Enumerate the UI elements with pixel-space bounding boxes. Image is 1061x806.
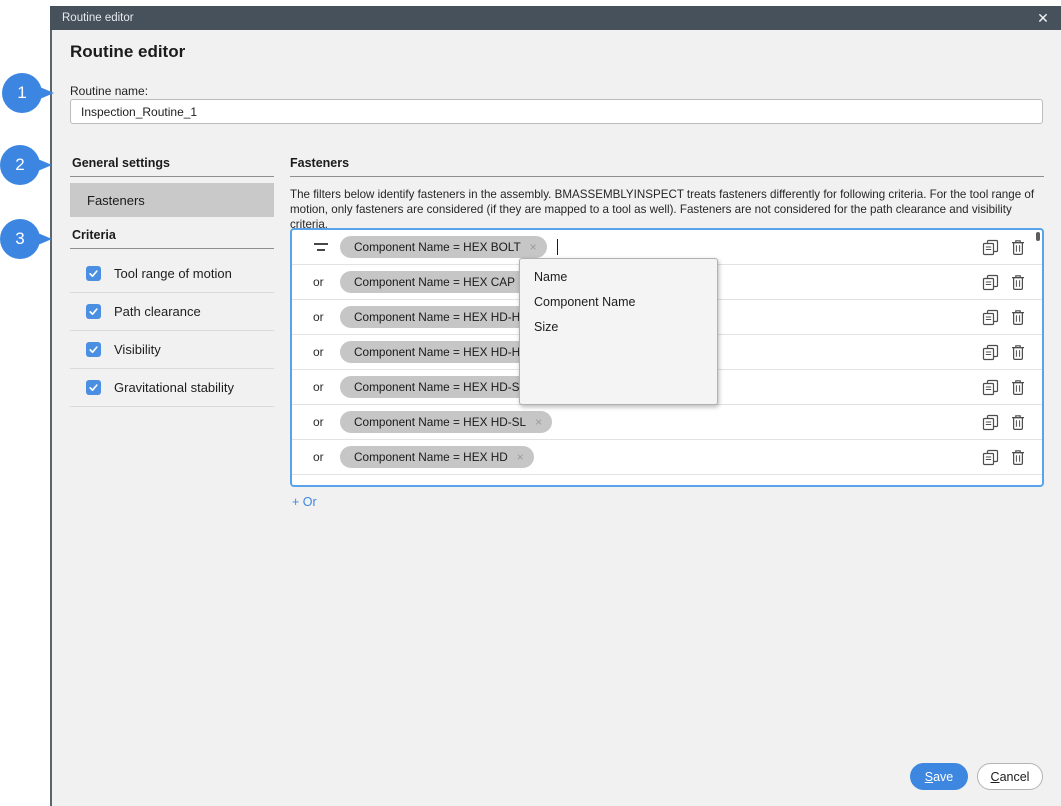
criteria-row-gravitational-stability[interactable]: Gravitational stability: [70, 369, 274, 407]
duplicate-row-icon[interactable]: [982, 309, 999, 326]
or-label: or: [313, 275, 324, 289]
duplicate-row-icon[interactable]: [982, 379, 999, 396]
duplicate-row-icon[interactable]: [982, 239, 999, 256]
general-settings-heading: General settings: [70, 156, 274, 177]
criteria-label: Path clearance: [114, 304, 201, 319]
dropdown-option-component-name[interactable]: Component Name: [520, 290, 717, 315]
chip-label: Component Name = HEX BOLT: [354, 240, 521, 254]
fasteners-heading: Fasteners: [290, 156, 1044, 177]
delete-row-icon[interactable]: [1010, 449, 1026, 466]
close-icon[interactable]: ✕: [1034, 9, 1052, 27]
filter-icon: [313, 243, 328, 250]
filter-chip[interactable]: Component Name = HEX HD-SL ×: [340, 411, 552, 433]
dialog-title: Routine editor: [62, 12, 134, 24]
criteria-label: Gravitational stability: [114, 380, 234, 395]
delete-row-icon[interactable]: [1010, 379, 1026, 396]
filter-row-partial: [292, 475, 1042, 487]
or-label: or: [313, 415, 324, 429]
filter-chip[interactable]: Component Name = HEX CAP ×: [340, 271, 541, 293]
save-button[interactable]: Save: [910, 763, 968, 790]
chip-remove-icon[interactable]: ×: [530, 240, 537, 254]
or-label: or: [313, 380, 324, 394]
field-dropdown: Name Component Name Size: [519, 258, 718, 405]
routine-editor-dialog: Routine editor ✕ Routine editor Routine …: [50, 6, 1061, 806]
delete-row-icon[interactable]: [1010, 274, 1026, 291]
chip-label: Component Name = HEX HD-HVY: [354, 345, 536, 359]
criteria-heading: Criteria: [70, 228, 274, 249]
chip-label: Component Name = HEX CAP: [354, 275, 515, 289]
filter-row: or Component Name = HEX HD ×: [292, 440, 1042, 475]
criteria-label: Visibility: [114, 342, 161, 357]
cancel-button[interactable]: Cancel: [977, 763, 1043, 790]
delete-row-icon[interactable]: [1010, 414, 1026, 431]
chip-label: Component Name = HEX HD-SL: [354, 415, 526, 429]
duplicate-row-icon[interactable]: [982, 414, 999, 431]
checkbox-checked-icon[interactable]: [86, 380, 101, 395]
criteria-row-tool-range[interactable]: Tool range of motion: [70, 255, 274, 293]
filter-chip[interactable]: Component Name = HEX BOLT ×: [340, 236, 547, 258]
dialog-titlebar: Routine editor ✕: [50, 6, 1061, 30]
checkbox-checked-icon[interactable]: [86, 342, 101, 357]
sidebar-item-fasteners[interactable]: Fasteners: [70, 183, 274, 217]
or-label: or: [313, 310, 324, 324]
delete-row-icon[interactable]: [1010, 344, 1026, 361]
routine-name-label: Routine name:: [70, 84, 148, 98]
filter-row: or Component Name = HEX HD-SL ×: [292, 405, 1042, 440]
checkbox-checked-icon[interactable]: [86, 304, 101, 319]
dropdown-option-size[interactable]: Size: [520, 315, 717, 340]
or-label: or: [313, 345, 324, 359]
dropdown-option-name[interactable]: Name: [520, 265, 717, 290]
checkbox-checked-icon[interactable]: [86, 266, 101, 281]
fasteners-description: The filters below identify fasteners in …: [290, 187, 1046, 232]
criteria-row-visibility[interactable]: Visibility: [70, 331, 274, 369]
add-or-link[interactable]: + Or: [292, 495, 317, 509]
routine-name-input[interactable]: [70, 99, 1043, 124]
duplicate-row-icon[interactable]: [982, 449, 999, 466]
scrollbar-thumb[interactable]: [1036, 232, 1040, 241]
delete-row-icon[interactable]: [1010, 239, 1026, 256]
chip-remove-icon[interactable]: ×: [535, 415, 542, 429]
text-caret: [557, 239, 558, 255]
callout-2: 2: [0, 145, 40, 185]
criteria-row-path-clearance[interactable]: Path clearance: [70, 293, 274, 331]
criteria-list: Tool range of motion Path clearance Visi…: [70, 255, 274, 407]
duplicate-row-icon[interactable]: [982, 274, 999, 291]
or-label: or: [313, 450, 324, 464]
chip-remove-icon[interactable]: ×: [517, 450, 524, 464]
page-title: Routine editor: [70, 42, 185, 62]
duplicate-row-icon[interactable]: [982, 344, 999, 361]
screenshot-stage: Routine editor ✕ Routine editor Routine …: [0, 0, 1061, 806]
chip-label: Component Name = HEX HD: [354, 450, 508, 464]
criteria-label: Tool range of motion: [114, 266, 232, 281]
callout-1: 1: [2, 73, 42, 113]
callout-3: 3: [0, 219, 40, 259]
delete-row-icon[interactable]: [1010, 309, 1026, 326]
filter-chip[interactable]: Component Name = HEX HD ×: [340, 446, 534, 468]
